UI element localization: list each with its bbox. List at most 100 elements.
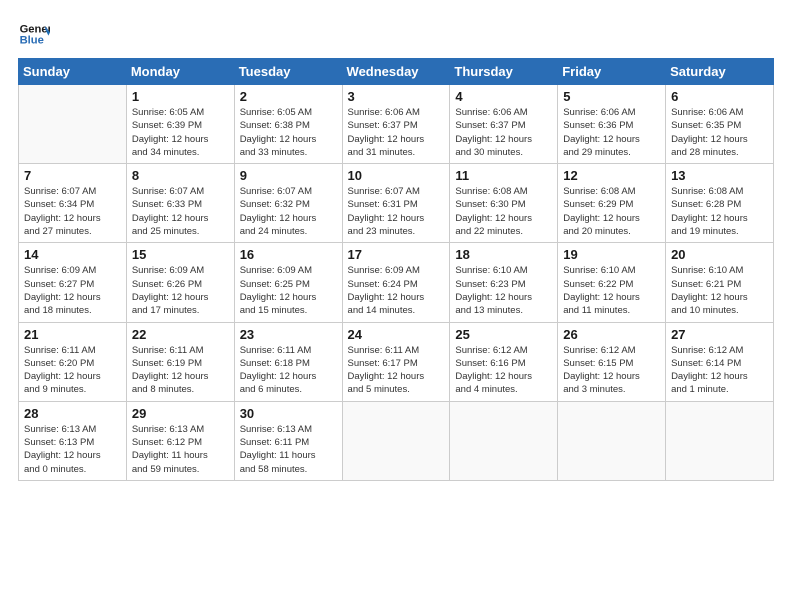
- day-number: 11: [455, 168, 552, 183]
- day-info: Sunrise: 6:08 AM Sunset: 6:29 PM Dayligh…: [563, 185, 660, 238]
- page: General Blue SundayMondayTuesdayWednesda…: [0, 0, 792, 612]
- calendar-cell: 5 Sunrise: 6:06 AM Sunset: 6:36 PM Daylig…: [558, 85, 666, 164]
- weekday-header-row: SundayMondayTuesdayWednesdayThursdayFrid…: [19, 59, 774, 85]
- day-info: Sunrise: 6:13 AM Sunset: 6:12 PM Dayligh…: [132, 423, 229, 476]
- day-info: Sunrise: 6:13 AM Sunset: 6:11 PM Dayligh…: [240, 423, 337, 476]
- calendar-cell: 1 Sunrise: 6:05 AM Sunset: 6:39 PM Daylig…: [126, 85, 234, 164]
- day-number: 29: [132, 406, 229, 421]
- calendar-cell: 11 Sunrise: 6:08 AM Sunset: 6:30 PM Dayli…: [450, 164, 558, 243]
- day-number: 18: [455, 247, 552, 262]
- day-info: Sunrise: 6:08 AM Sunset: 6:28 PM Dayligh…: [671, 185, 768, 238]
- calendar-cell: [450, 401, 558, 480]
- day-number: 19: [563, 247, 660, 262]
- day-info: Sunrise: 6:09 AM Sunset: 6:25 PM Dayligh…: [240, 264, 337, 317]
- day-info: Sunrise: 6:06 AM Sunset: 6:36 PM Dayligh…: [563, 106, 660, 159]
- calendar-cell: [558, 401, 666, 480]
- day-info: Sunrise: 6:07 AM Sunset: 6:32 PM Dayligh…: [240, 185, 337, 238]
- svg-text:Blue: Blue: [20, 35, 44, 47]
- calendar-cell: 22 Sunrise: 6:11 AM Sunset: 6:19 PM Dayli…: [126, 322, 234, 401]
- day-info: Sunrise: 6:06 AM Sunset: 6:37 PM Dayligh…: [455, 106, 552, 159]
- day-info: Sunrise: 6:10 AM Sunset: 6:23 PM Dayligh…: [455, 264, 552, 317]
- calendar-cell: 14 Sunrise: 6:09 AM Sunset: 6:27 PM Dayli…: [19, 243, 127, 322]
- day-info: Sunrise: 6:11 AM Sunset: 6:20 PM Dayligh…: [24, 344, 121, 397]
- day-number: 22: [132, 327, 229, 342]
- calendar-cell: 19 Sunrise: 6:10 AM Sunset: 6:22 PM Dayli…: [558, 243, 666, 322]
- calendar-cell: 4 Sunrise: 6:06 AM Sunset: 6:37 PM Daylig…: [450, 85, 558, 164]
- day-number: 3: [348, 89, 445, 104]
- weekday-header-sunday: Sunday: [19, 59, 127, 85]
- day-info: Sunrise: 6:09 AM Sunset: 6:26 PM Dayligh…: [132, 264, 229, 317]
- logo-icon: General Blue: [18, 18, 50, 50]
- weekday-header-monday: Monday: [126, 59, 234, 85]
- day-info: Sunrise: 6:08 AM Sunset: 6:30 PM Dayligh…: [455, 185, 552, 238]
- calendar-cell: 9 Sunrise: 6:07 AM Sunset: 6:32 PM Daylig…: [234, 164, 342, 243]
- calendar-cell: 30 Sunrise: 6:13 AM Sunset: 6:11 PM Dayli…: [234, 401, 342, 480]
- day-info: Sunrise: 6:11 AM Sunset: 6:17 PM Dayligh…: [348, 344, 445, 397]
- day-number: 12: [563, 168, 660, 183]
- day-number: 26: [563, 327, 660, 342]
- day-number: 23: [240, 327, 337, 342]
- calendar-cell: 20 Sunrise: 6:10 AM Sunset: 6:21 PM Dayli…: [666, 243, 774, 322]
- day-info: Sunrise: 6:07 AM Sunset: 6:34 PM Dayligh…: [24, 185, 121, 238]
- logo: General Blue: [18, 18, 54, 50]
- calendar-cell: 25 Sunrise: 6:12 AM Sunset: 6:16 PM Dayli…: [450, 322, 558, 401]
- day-number: 16: [240, 247, 337, 262]
- calendar-cell: 13 Sunrise: 6:08 AM Sunset: 6:28 PM Dayli…: [666, 164, 774, 243]
- calendar-week-row: 7 Sunrise: 6:07 AM Sunset: 6:34 PM Daylig…: [19, 164, 774, 243]
- calendar-cell: 7 Sunrise: 6:07 AM Sunset: 6:34 PM Daylig…: [19, 164, 127, 243]
- calendar-cell: 6Sunrise: 6:06 AM Sunset: 6:35 PM Daylig…: [666, 85, 774, 164]
- day-number: 7: [24, 168, 121, 183]
- day-number: 21: [24, 327, 121, 342]
- day-number: 5: [563, 89, 660, 104]
- day-number: 27: [671, 327, 768, 342]
- calendar-cell: 21 Sunrise: 6:11 AM Sunset: 6:20 PM Dayli…: [19, 322, 127, 401]
- day-number: 25: [455, 327, 552, 342]
- day-number: 10: [348, 168, 445, 183]
- day-info: Sunrise: 6:09 AM Sunset: 6:24 PM Dayligh…: [348, 264, 445, 317]
- header: General Blue: [18, 18, 774, 50]
- calendar-week-row: 14 Sunrise: 6:09 AM Sunset: 6:27 PM Dayli…: [19, 243, 774, 322]
- calendar-cell: 3Sunrise: 6:06 AM Sunset: 6:37 PM Daylig…: [342, 85, 450, 164]
- day-info: Sunrise: 6:05 AM Sunset: 6:38 PM Dayligh…: [240, 106, 337, 159]
- day-info: Sunrise: 6:11 AM Sunset: 6:19 PM Dayligh…: [132, 344, 229, 397]
- day-number: 30: [240, 406, 337, 421]
- calendar-cell: 2Sunrise: 6:05 AM Sunset: 6:38 PM Daylig…: [234, 85, 342, 164]
- calendar-cell: 28 Sunrise: 6:13 AM Sunset: 6:13 PM Dayli…: [19, 401, 127, 480]
- day-number: 9: [240, 168, 337, 183]
- day-info: Sunrise: 6:09 AM Sunset: 6:27 PM Dayligh…: [24, 264, 121, 317]
- day-info: Sunrise: 6:12 AM Sunset: 6:16 PM Dayligh…: [455, 344, 552, 397]
- calendar-cell: 15Sunrise: 6:09 AM Sunset: 6:26 PM Dayli…: [126, 243, 234, 322]
- day-number: 4: [455, 89, 552, 104]
- day-number: 1: [132, 89, 229, 104]
- calendar-cell: 18 Sunrise: 6:10 AM Sunset: 6:23 PM Dayli…: [450, 243, 558, 322]
- weekday-header-tuesday: Tuesday: [234, 59, 342, 85]
- calendar-cell: 24Sunrise: 6:11 AM Sunset: 6:17 PM Dayli…: [342, 322, 450, 401]
- day-number: 13: [671, 168, 768, 183]
- calendar-cell: 17 Sunrise: 6:09 AM Sunset: 6:24 PM Dayli…: [342, 243, 450, 322]
- day-number: 14: [24, 247, 121, 262]
- calendar-cell: [19, 85, 127, 164]
- day-info: Sunrise: 6:12 AM Sunset: 6:15 PM Dayligh…: [563, 344, 660, 397]
- calendar-week-row: 28 Sunrise: 6:13 AM Sunset: 6:13 PM Dayli…: [19, 401, 774, 480]
- day-info: Sunrise: 6:07 AM Sunset: 6:31 PM Dayligh…: [348, 185, 445, 238]
- calendar-cell: 8Sunrise: 6:07 AM Sunset: 6:33 PM Daylig…: [126, 164, 234, 243]
- calendar-cell: 26 Sunrise: 6:12 AM Sunset: 6:15 PM Dayli…: [558, 322, 666, 401]
- day-number: 6: [671, 89, 768, 104]
- day-info: Sunrise: 6:11 AM Sunset: 6:18 PM Dayligh…: [240, 344, 337, 397]
- weekday-header-thursday: Thursday: [450, 59, 558, 85]
- day-number: 28: [24, 406, 121, 421]
- day-number: 17: [348, 247, 445, 262]
- day-number: 20: [671, 247, 768, 262]
- calendar-week-row: 21 Sunrise: 6:11 AM Sunset: 6:20 PM Dayli…: [19, 322, 774, 401]
- day-info: Sunrise: 6:13 AM Sunset: 6:13 PM Dayligh…: [24, 423, 121, 476]
- weekday-header-wednesday: Wednesday: [342, 59, 450, 85]
- weekday-header-friday: Friday: [558, 59, 666, 85]
- day-info: Sunrise: 6:05 AM Sunset: 6:39 PM Dayligh…: [132, 106, 229, 159]
- calendar-week-row: 1 Sunrise: 6:05 AM Sunset: 6:39 PM Daylig…: [19, 85, 774, 164]
- day-info: Sunrise: 6:10 AM Sunset: 6:21 PM Dayligh…: [671, 264, 768, 317]
- calendar-cell: [342, 401, 450, 480]
- day-info: Sunrise: 6:10 AM Sunset: 6:22 PM Dayligh…: [563, 264, 660, 317]
- calendar-cell: 23 Sunrise: 6:11 AM Sunset: 6:18 PM Dayli…: [234, 322, 342, 401]
- calendar-cell: 12 Sunrise: 6:08 AM Sunset: 6:29 PM Dayli…: [558, 164, 666, 243]
- calendar-cell: 10 Sunrise: 6:07 AM Sunset: 6:31 PM Dayli…: [342, 164, 450, 243]
